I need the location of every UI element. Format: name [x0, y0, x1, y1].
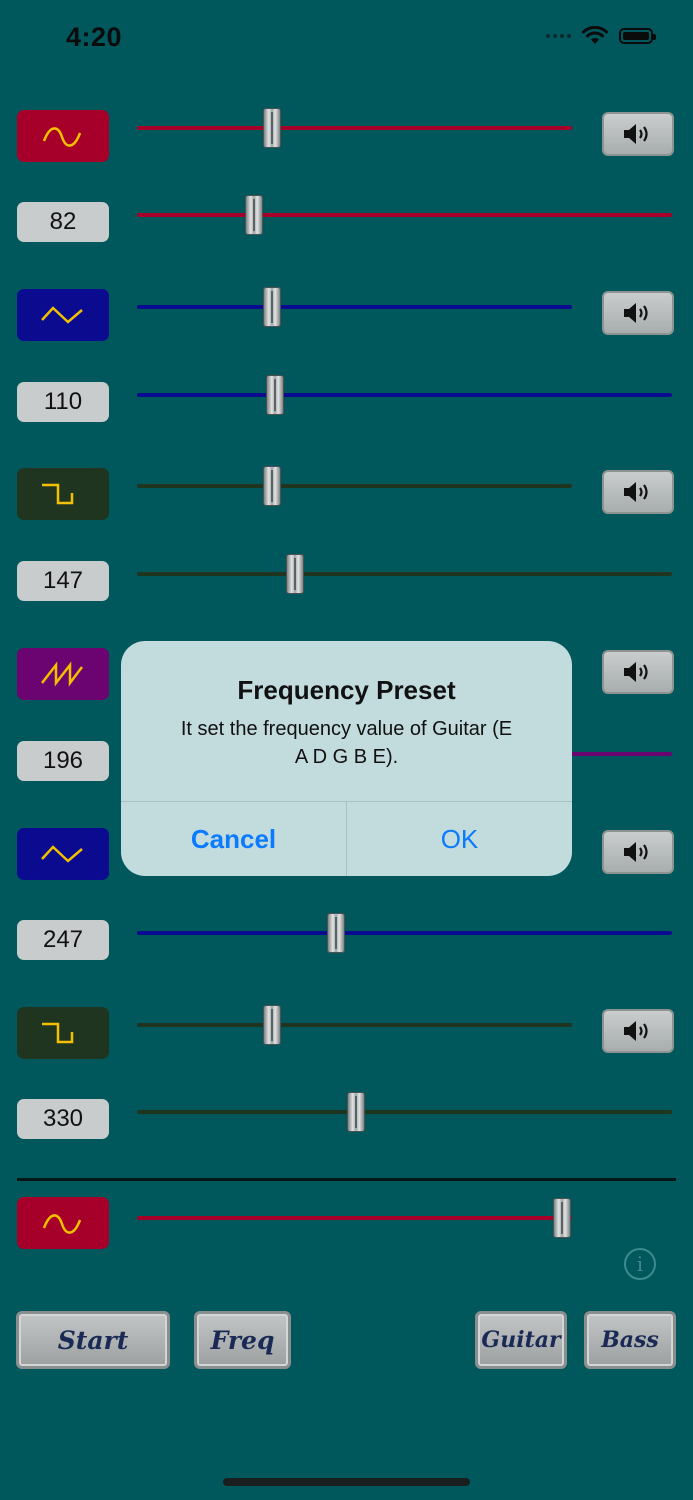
- divider: [17, 1178, 676, 1181]
- wifi-icon: [582, 26, 608, 44]
- channel-1-volume-thumb[interactable]: [263, 108, 281, 148]
- square-wave-icon: [42, 1022, 74, 1044]
- sawtooth-wave-icon: [41, 661, 83, 687]
- channel-6-frequency-thumb[interactable]: [347, 1092, 365, 1132]
- master-slider-track[interactable]: [137, 1216, 572, 1220]
- speaker-icon: [624, 482, 648, 502]
- info-icon[interactable]: i: [624, 1248, 656, 1280]
- master-waveform-button[interactable]: [17, 1197, 109, 1249]
- channel-5-waveform-button[interactable]: [17, 828, 109, 880]
- triangle-wave-icon: [41, 306, 83, 324]
- channel-5-frequency[interactable]: 247: [17, 920, 109, 960]
- channel-3-frequency[interactable]: 147: [17, 561, 109, 601]
- channel-1-volume-track[interactable]: [137, 126, 572, 130]
- guitar-button[interactable]: Guitar: [475, 1311, 567, 1369]
- channel-4-mute-button[interactable]: [602, 650, 674, 694]
- channel-3-volume-thumb[interactable]: [263, 466, 281, 506]
- dialog-message: It set the frequency value of Guitar (E …: [147, 715, 546, 771]
- sine-wave-icon: [42, 1214, 82, 1234]
- speaker-icon: [624, 303, 648, 323]
- channel-2-frequency-thumb[interactable]: [266, 375, 284, 415]
- channel-3-frequency-track[interactable]: [137, 572, 672, 576]
- bass-button[interactable]: Bass: [584, 1311, 676, 1369]
- cancel-button[interactable]: Cancel: [121, 802, 346, 876]
- channel-5-frequency-track[interactable]: [137, 931, 672, 935]
- status-indicators: [546, 26, 656, 46]
- channel-2-frequency-track[interactable]: [137, 393, 672, 397]
- ok-button[interactable]: OK: [347, 802, 572, 876]
- dialog-message-line-1: It set the frequency value of Guitar (E: [180, 718, 513, 740]
- channel-5-mute-button[interactable]: [602, 830, 674, 874]
- master-slider-thumb[interactable]: [553, 1198, 571, 1238]
- channel-1-mute-button[interactable]: [602, 112, 674, 156]
- speaker-icon: [624, 1021, 648, 1041]
- channel-1-frequency[interactable]: 82: [17, 202, 109, 242]
- channel-3-waveform-button[interactable]: [17, 468, 109, 520]
- start-button[interactable]: Start: [16, 1311, 170, 1369]
- channel-6-volume-thumb[interactable]: [263, 1005, 281, 1045]
- dialog-title: Frequency Preset: [237, 675, 456, 705]
- home-indicator[interactable]: [223, 1478, 470, 1486]
- channel-6-frequency-track[interactable]: [137, 1110, 672, 1114]
- channel-3-volume-track[interactable]: [137, 484, 572, 488]
- channel-3-frequency-thumb[interactable]: [286, 554, 304, 594]
- speaker-icon: [624, 662, 648, 682]
- channel-6-waveform-button[interactable]: [17, 1007, 109, 1059]
- channel-1-frequency-thumb[interactable]: [245, 195, 263, 235]
- speaker-icon: [624, 842, 648, 862]
- triangle-wave-icon: [41, 845, 83, 863]
- status-time: 4:20: [66, 22, 123, 52]
- channel-1-waveform-button[interactable]: [17, 110, 109, 162]
- signal-icon: [546, 34, 571, 38]
- channel-4-frequency[interactable]: 196: [17, 741, 109, 781]
- channel-2-frequency[interactable]: 110: [17, 382, 109, 422]
- channel-4-waveform-button[interactable]: [17, 648, 109, 700]
- channel-6-frequency[interactable]: 330: [17, 1099, 109, 1139]
- channel-3-mute-button[interactable]: [602, 470, 674, 514]
- channel-2-mute-button[interactable]: [602, 291, 674, 335]
- frequency-preset-dialog: Frequency Preset It set the frequency va…: [121, 641, 572, 876]
- channel-6-volume-track[interactable]: [137, 1023, 572, 1027]
- sine-wave-icon: [42, 127, 82, 147]
- speaker-icon: [624, 124, 648, 144]
- square-wave-icon: [42, 483, 74, 505]
- channel-5-frequency-thumb[interactable]: [327, 913, 345, 953]
- dialog-message-line-2: A D G B E).: [294, 746, 399, 768]
- channel-2-volume-thumb[interactable]: [263, 287, 281, 327]
- channel-1-frequency-track[interactable]: [137, 213, 672, 217]
- channel-2-waveform-button[interactable]: [17, 289, 109, 341]
- battery-icon: [619, 28, 656, 44]
- freq-button[interactable]: Freq: [194, 1311, 291, 1369]
- channel-6-mute-button[interactable]: [602, 1009, 674, 1053]
- channel-2-volume-track[interactable]: [137, 305, 572, 309]
